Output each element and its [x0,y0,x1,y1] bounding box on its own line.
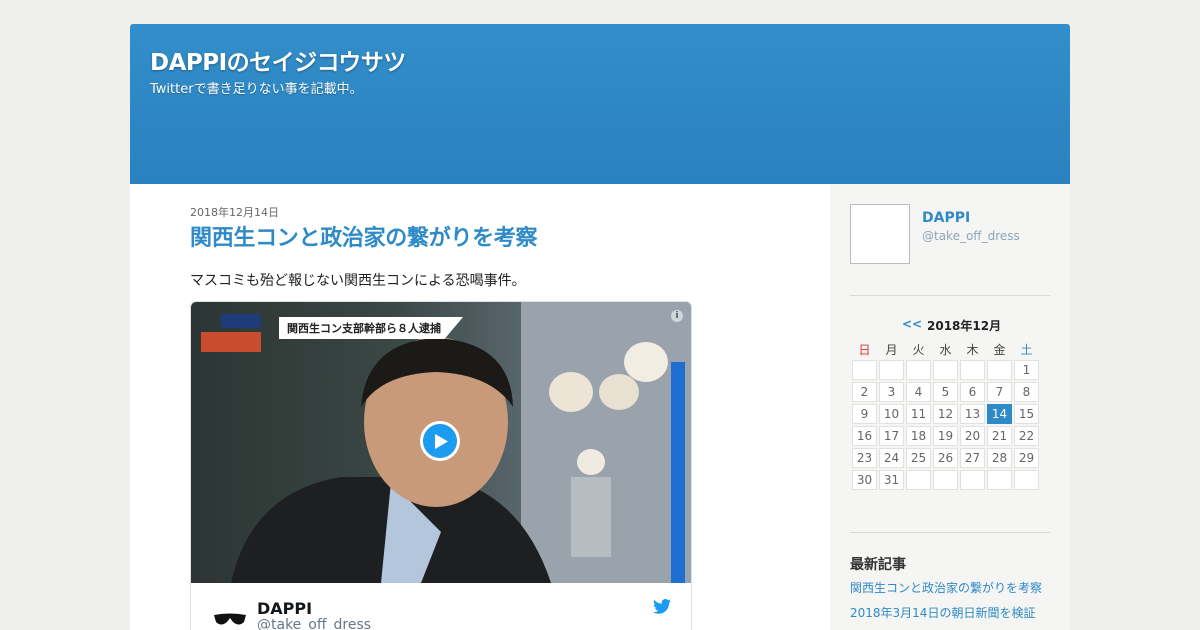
main-content: 2018年12月14日 関西生コンと政治家の繋がりを考察 マスコミも殆ど報じない… [130,184,830,630]
calendar-day: 12 [933,404,958,424]
calendar-day [933,360,958,380]
calendar-day: 18 [906,426,931,446]
calendar-day: 21 [987,426,1012,446]
divider [850,532,1050,533]
weekday-mon: 月 [885,342,898,357]
calendar-week: 2 3 4 5 6 7 8 [852,382,1039,402]
sunglasses-avatar[interactable] [213,609,247,630]
calendar-day: 16 [852,426,877,446]
calendar-month-label: 2018年12月 [927,319,1002,333]
calendar-day [933,470,958,490]
calendar-day: 20 [960,426,985,446]
recent-post-link[interactable]: 2018年3月14日の朝日新聞を検証 [850,605,1042,630]
calendar-day: 4 [906,382,931,402]
tweet-author-bar: DAPPI @take_off_dress [191,583,691,630]
calendar-day: 31 [879,470,904,490]
sidebar: DAPPI @take_off_dress << 2018年12月 日 月 火 … [830,184,1070,630]
calendar-day [906,360,931,380]
calendar-day: 29 [1014,448,1039,468]
calendar-day: 30 [852,470,877,490]
weekday-fri: 金 [993,342,1006,357]
calendar-day: 6 [960,382,985,402]
calendar-day [987,470,1012,490]
calendar-day: 3 [879,382,904,402]
profile-name[interactable]: DAPPI [922,210,970,226]
calendar-day: 1 [1014,360,1039,380]
profile-image[interactable] [850,204,910,264]
calendar-day: 10 [879,404,904,424]
calendar-day-today[interactable]: 14 [987,404,1012,424]
calendar-nav: << 2018年12月 [850,317,1050,333]
info-icon[interactable]: i [671,310,683,322]
post-date: 2018年12月14日 [190,206,279,219]
play-icon [435,434,448,449]
calendar-day: 11 [906,404,931,424]
calendar-day: 24 [879,448,904,468]
calendar-day: 23 [852,448,877,468]
post-title[interactable]: 関西生コンと政治家の繋がりを考察 [190,220,538,252]
tweet-author-handle[interactable]: @take_off_dress [257,617,371,630]
divider [850,295,1050,296]
weekday-sat: 土 [1020,342,1033,357]
calendar-day [1014,470,1039,490]
calendar-day [960,470,985,490]
site-description: Twitterで書き足りない事を記載中。 [150,82,363,97]
calendar-day: 22 [1014,426,1039,446]
calendar-day: 2 [852,382,877,402]
tweet-author-name[interactable]: DAPPI [257,599,312,618]
calendar-week: 30 31 [852,470,1039,490]
weekday-thu: 木 [966,342,979,357]
calendar-day: 15 [1014,404,1039,424]
recent-post-link[interactable]: 関西生コンと政治家の繋がりを考察 [850,580,1042,605]
site-header: DAPPIのセイジコウサツ Twitterで書き足りない事を記載中。 [130,24,1070,184]
calendar-day: 17 [879,426,904,446]
calendar: 日 月 火 水 木 金 土 1 2 3 4 5 6 7 8 9 10 11 12… [850,338,1041,492]
calendar-day [987,360,1012,380]
recent-posts-heading: 最新記事 [850,557,906,573]
video-thumbnail[interactable]: 関西生コン支部幹部ら８人逮捕 i [191,302,691,583]
calendar-day: 9 [852,404,877,424]
calendar-day: 19 [933,426,958,446]
calendar-day: 25 [906,448,931,468]
calendar-prev-link[interactable]: << [902,317,922,331]
video-caption: 関西生コン支部幹部ら８人逮捕 [279,317,463,339]
page-wrapper: DAPPIのセイジコウサツ Twitterで書き足りない事を記載中。 2018年… [130,24,1070,630]
calendar-week: 16 17 18 19 20 21 22 [852,426,1039,446]
calendar-day: 8 [1014,382,1039,402]
profile-handle[interactable]: @take_off_dress [922,229,1020,243]
calendar-day [879,360,904,380]
calendar-day [852,360,877,380]
calendar-weekday-row: 日 月 火 水 木 金 土 [852,340,1039,358]
calendar-day: 27 [960,448,985,468]
calendar-day [960,360,985,380]
calendar-week: 9 10 11 12 13 14 15 [852,404,1039,424]
site-title[interactable]: DAPPIのセイジコウサツ [150,43,406,77]
tweet-embed[interactable]: 関西生コン支部幹部ら８人逮捕 i DAPPI @take_off_dress [190,301,692,630]
calendar-day: 13 [960,404,985,424]
calendar-week: 1 [852,360,1039,380]
calendar-day: 26 [933,448,958,468]
weekday-sun: 日 [858,342,871,357]
calendar-week: 23 24 25 26 27 28 29 [852,448,1039,468]
calendar-day [906,470,931,490]
play-button[interactable] [420,421,460,461]
post-body: マスコミも殆ど報じない関西生コンによる恐喝事件。 [190,273,526,289]
twitter-bird-icon[interactable] [653,599,671,614]
calendar-day: 28 [987,448,1012,468]
weekday-tue: 火 [912,342,925,357]
calendar-day: 7 [987,382,1012,402]
recent-posts-list: 関西生コンと政治家の繋がりを考察 2018年3月14日の朝日新聞を検証 [850,580,1042,630]
calendar-day: 5 [933,382,958,402]
weekday-wed: 水 [939,342,952,357]
